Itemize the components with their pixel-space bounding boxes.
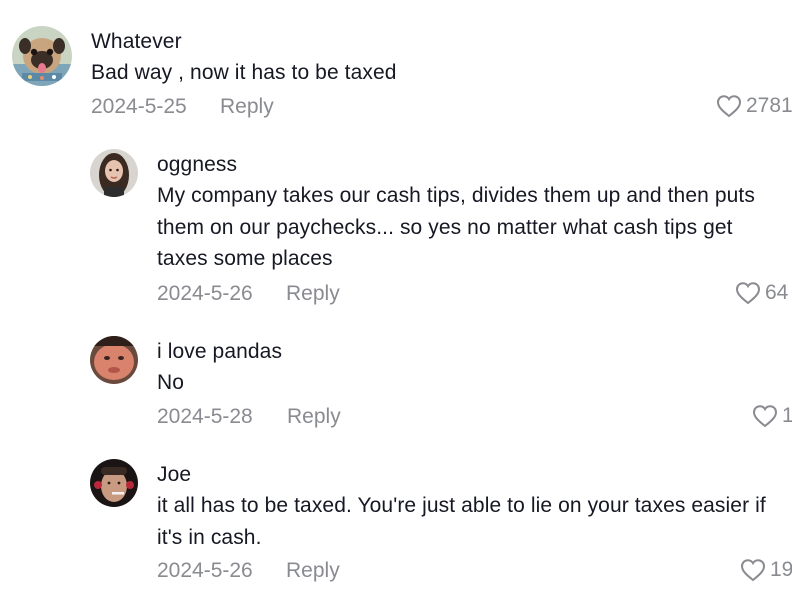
like-button[interactable]: 2781 (716, 94, 792, 118)
comment-date: 2024-5-26 (157, 282, 253, 305)
heart-icon (716, 94, 742, 118)
avatar-pug-icon[interactable] (12, 26, 72, 86)
comment-date: 2024-5-26 (157, 559, 253, 582)
comment-username[interactable]: Joe (157, 463, 191, 487)
comment-text-line: it's in cash. (157, 525, 262, 549)
comment-text-line: My company takes our cash tips, divides … (157, 184, 755, 207)
avatar-woman-icon[interactable] (90, 149, 138, 197)
comment-text-line: them on our paychecks... so yes no matte… (157, 215, 733, 239)
reply-button[interactable]: Reply (287, 405, 341, 429)
like-button[interactable]: 1 (752, 404, 792, 428)
reply-button[interactable]: Reply (286, 282, 340, 306)
like-button[interactable]: 19 (740, 558, 792, 582)
like-count: 2781 (746, 94, 792, 117)
avatar-face-icon[interactable] (90, 336, 138, 384)
comment-text: Bad way , now it has to be taxed (91, 61, 397, 84)
like-count: 1 (782, 404, 792, 427)
heart-icon (735, 281, 761, 305)
avatar-man-icon[interactable] (90, 459, 138, 507)
like-count: 19 (770, 558, 792, 581)
comment-username[interactable]: i love pandas (157, 340, 282, 364)
like-count: 64 (765, 281, 789, 304)
reply-button[interactable]: Reply (286, 559, 340, 583)
comment-date: 2024-5-28 (157, 405, 253, 428)
comment-text-line: taxes some places (157, 247, 333, 270)
like-button[interactable]: 64 (735, 281, 788, 305)
comment-text: it all has to be taxed. You're just able… (157, 490, 792, 553)
comment-username[interactable]: Whatever (91, 30, 182, 54)
comment-date: 2024-5-25 (91, 95, 187, 118)
heart-icon (740, 558, 766, 582)
comment-text: No (157, 371, 185, 394)
reply-button[interactable]: Reply (220, 95, 274, 119)
heart-icon (752, 404, 778, 428)
comment-text-line: it all has to be taxed. You're just able… (157, 494, 766, 517)
comment-text: My company takes our cash tips, divides … (157, 180, 789, 275)
comment-username[interactable]: oggness (157, 153, 237, 177)
